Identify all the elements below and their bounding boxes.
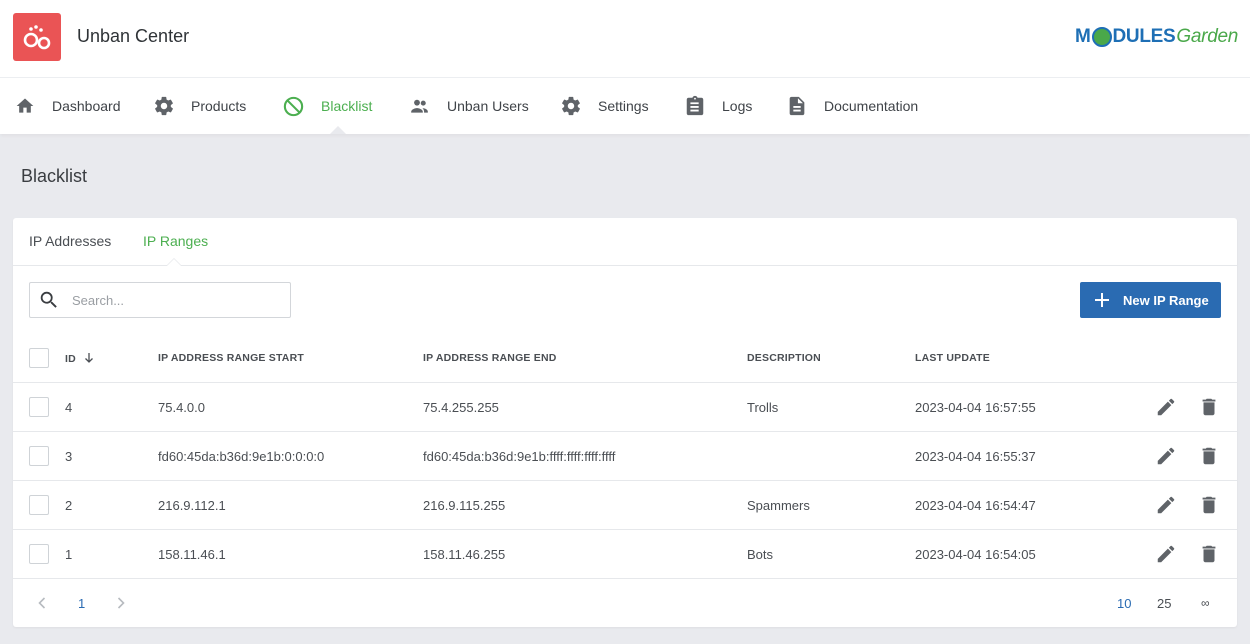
cell-last-update: 2023-04-04 16:55:37 [915, 449, 1036, 464]
main-nav: Dashboard Products Blacklist Unban Users… [0, 78, 1250, 134]
block-icon [283, 96, 304, 116]
page-size-option[interactable]: 25 [1157, 596, 1171, 611]
table-header: ID IP ADDRESS RANGE START IP ADDRESS RAN… [13, 334, 1237, 383]
document-icon [789, 96, 805, 116]
modulesgarden-logo: M DULES Garden [1074, 26, 1238, 47]
delete-icon[interactable] [1198, 494, 1220, 516]
table-row: 4 75.4.0.0 75.4.255.255 Trolls 2023-04-0… [13, 383, 1237, 432]
cell-range-start: 75.4.0.0 [158, 400, 205, 415]
cell-description: Bots [747, 547, 774, 562]
nav-item-logs[interactable]: Logs [684, 78, 752, 134]
gear-icon [562, 96, 580, 116]
delete-icon[interactable] [1198, 543, 1220, 565]
cell-description: Trolls [747, 400, 779, 415]
cell-range-end: fd60:45da:b36d:9e1b:ffff:ffff:ffff:ffff [423, 449, 616, 464]
cell-id: 1 [65, 547, 73, 562]
tab-active-indicator [166, 258, 182, 266]
search-input[interactable] [72, 292, 272, 308]
cell-description: Spammers [747, 498, 810, 513]
cell-range-start: fd60:45da:b36d:9e1b:0:0:0:0 [158, 449, 325, 464]
nav-item-unban-users[interactable]: Unban Users [408, 78, 529, 134]
cell-range-start: 216.9.112.1 [158, 498, 226, 513]
sort-desc-icon [85, 353, 93, 363]
search-box[interactable] [29, 282, 291, 318]
page-size-option[interactable]: 10 [1117, 596, 1131, 611]
edit-icon[interactable] [1155, 445, 1177, 467]
search-icon [40, 291, 57, 308]
cell-range-end: 216.9.115.255 [423, 498, 506, 513]
edit-icon[interactable] [1155, 494, 1177, 516]
app-header: Unban Center M DULES Garden [0, 0, 1250, 78]
edit-icon[interactable] [1155, 396, 1177, 418]
tab-ip-ranges[interactable]: IP Ranges [143, 233, 208, 249]
cell-last-update: 2023-04-04 16:57:55 [915, 400, 1036, 415]
pagination: 1 10 25 ∞ [13, 579, 1237, 627]
chevron-left-icon[interactable] [36, 596, 48, 610]
page-title: Blacklist [21, 166, 88, 186]
table-row: 1 158.11.46.1 158.11.46.255 Bots 2023-04… [13, 530, 1237, 579]
new-ip-range-button[interactable]: New IP Range [1080, 282, 1221, 318]
cell-range-end: 158.11.46.255 [423, 547, 506, 562]
row-checkbox[interactable] [29, 495, 49, 515]
delete-icon[interactable] [1198, 396, 1220, 418]
cell-id: 2 [65, 498, 73, 513]
column-header-description[interactable]: DESCRIPTION [747, 352, 821, 364]
chevron-right-icon[interactable] [115, 596, 127, 610]
gear-icon [155, 96, 173, 116]
cell-id: 4 [65, 400, 73, 415]
cell-id: 3 [65, 449, 73, 464]
table-row: 2 216.9.112.1 216.9.115.255 Spammers 202… [13, 481, 1237, 530]
column-header-range-end[interactable]: IP ADDRESS RANGE END [423, 352, 557, 364]
row-checkbox[interactable] [29, 446, 49, 466]
column-header-range-start[interactable]: IP ADDRESS RANGE START [158, 352, 304, 364]
row-checkbox[interactable] [29, 544, 49, 564]
nav-item-products[interactable]: Products [153, 78, 246, 134]
home-icon [16, 98, 34, 113]
users-icon [411, 99, 428, 113]
handcuffs-icon [13, 13, 61, 61]
plus-icon [1095, 293, 1109, 307]
cell-last-update: 2023-04-04 16:54:05 [915, 547, 1036, 562]
clipboard-icon [686, 95, 704, 116]
row-checkbox[interactable] [29, 397, 49, 417]
page-size-option[interactable]: ∞ [1201, 596, 1210, 610]
cell-last-update: 2023-04-04 16:54:47 [915, 498, 1036, 513]
tab-ip-addresses[interactable]: IP Addresses [29, 233, 111, 249]
nav-item-settings[interactable]: Settings [560, 78, 649, 134]
tabs: IP Addresses IP Ranges [13, 218, 1237, 266]
nav-item-blacklist[interactable]: Blacklist [282, 78, 372, 134]
cell-range-end: 75.4.255.255 [423, 400, 499, 415]
blacklist-card: IP Addresses IP Ranges New IP Range ID I… [13, 218, 1237, 627]
column-header-id[interactable]: ID [65, 352, 95, 365]
edit-icon[interactable] [1155, 543, 1177, 565]
page-number[interactable]: 1 [78, 596, 85, 611]
nav-active-indicator [330, 126, 346, 134]
table-row: 3 fd60:45da:b36d:9e1b:0:0:0:0 fd60:45da:… [13, 432, 1237, 481]
select-all-checkbox[interactable] [29, 348, 49, 368]
delete-icon[interactable] [1198, 445, 1220, 467]
globe-icon [1091, 27, 1112, 47]
nav-item-documentation[interactable]: Documentation [786, 78, 918, 134]
cell-range-start: 158.11.46.1 [158, 547, 226, 562]
app-title: Unban Center [77, 26, 190, 46]
column-header-last-update[interactable]: LAST UPDATE [915, 352, 990, 364]
nav-item-dashboard[interactable]: Dashboard [14, 78, 121, 134]
